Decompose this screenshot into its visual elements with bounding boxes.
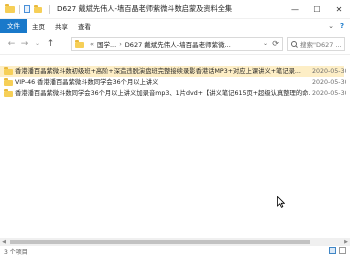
details-view-icon[interactable] [329,247,336,254]
back-arrow-icon[interactable]: ← [5,37,18,50]
overflow-icon[interactable]: « [90,40,94,48]
folder-icon [4,89,13,97]
window-controls: — ☐ ✕ [284,0,350,19]
list-item[interactable]: 香港潘百晶紫微斗数同学会36个月以上讲义加录音mp3、1片dvd+【讲义笔记61… [0,88,346,99]
horizontal-scrollbar[interactable]: ◀ ▶ [0,238,350,246]
file-date: 2020-05-30 [312,90,346,97]
minimize-button[interactable]: — [284,0,306,19]
file-date: 2020-05-30 [312,79,346,86]
file-list: 香港潘百晶紫微斗数初级班+高阶+深造违脱演盘班完整接续录影香港话MP3+对应上课… [0,56,350,246]
tab-view[interactable]: 查看 [73,21,96,31]
file-name: VIP-46 香港潘百晶紫微斗数同学会36个月以上讲义 [15,79,159,86]
help-icon[interactable]: ? [340,22,344,30]
file-name: 香港潘百晶紫微斗数初级班+高阶+深造违脱演盘班完整接续录影香港话MP3+对应上课… [15,68,301,75]
folder-icon [4,67,13,75]
list-item[interactable]: VIP-46 香港潘百晶紫微斗数同学会36个月以上讲义 2020-05-30 [0,77,346,88]
refresh-icon[interactable]: ⟳ [272,38,279,50]
address-bar[interactable]: « 国学... › D627 戴斌先伟人-墙百晶老师紫微... ⌄ ⟳ [71,37,283,51]
forward-arrow-icon[interactable]: → [18,37,31,50]
status-bar: 3 个项目 [0,246,350,256]
breadcrumb-item[interactable]: 国学... [97,39,116,49]
scroll-right-icon[interactable]: ▶ [342,238,350,246]
search-box[interactable]: 搜索"D627 ... [287,37,345,51]
chevron-down-icon[interactable]: ⌄ [263,38,268,50]
file-name: 香港潘百晶紫微斗数同学会36个月以上讲义加录音mp3、1片dvd+【讲义笔记61… [15,90,311,97]
ribbon: 文件 主页 共享 查看 ⌄ ? [0,19,350,33]
large-icons-view-icon[interactable] [339,247,346,254]
search-placeholder: 搜索"D627 ... [300,41,342,49]
view-switcher [329,247,346,254]
ribbon-expand-icon[interactable]: ⌄ [328,22,334,30]
folder-icon [4,78,13,86]
folder-icon [75,39,84,48]
title-divider [49,4,50,14]
scroll-left-icon[interactable]: ◀ [0,238,8,246]
ribbon-controls: ⌄ ? [328,19,344,33]
scrollbar-thumb[interactable] [10,240,310,244]
mouse-cursor-icon [277,196,285,208]
maximize-button[interactable]: ☐ [306,0,328,19]
tab-file[interactable]: 文件 [0,19,27,33]
up-arrow-icon[interactable]: ↑ [44,37,57,50]
title-divider [19,4,20,14]
properties-icon[interactable] [23,5,31,13]
chevron-right-icon: › [119,40,122,48]
search-icon [291,40,298,48]
new-folder-icon[interactable] [34,5,42,13]
window-title: D627 戴斌先伟人-墙百晶老师紫微斗数启蒙及资料全集 [57,4,233,13]
recent-locations-icon[interactable]: ⌄ [31,37,44,50]
navigation-bar: ← → ⌄ ↑ « 国学... › D627 戴斌先伟人-墙百晶老师紫微... … [0,33,350,55]
title-bar: D627 戴斌先伟人-墙百晶老师紫微斗数启蒙及资料全集 — ☐ ✕ [0,0,350,19]
close-button[interactable]: ✕ [328,0,350,19]
item-count: 3 个项目 [4,249,28,256]
tab-share[interactable]: 共享 [50,21,73,31]
file-date: 2020-05-30 [312,68,346,75]
list-item[interactable]: 香港潘百晶紫微斗数初级班+高阶+深造违脱演盘班完整接续录影香港话MP3+对应上课… [0,66,346,77]
tab-home[interactable]: 主页 [27,21,50,31]
folder-icon[interactable] [5,4,15,13]
breadcrumb-item[interactable]: D627 戴斌先伟人-墙百晶老师紫微... [125,39,231,49]
